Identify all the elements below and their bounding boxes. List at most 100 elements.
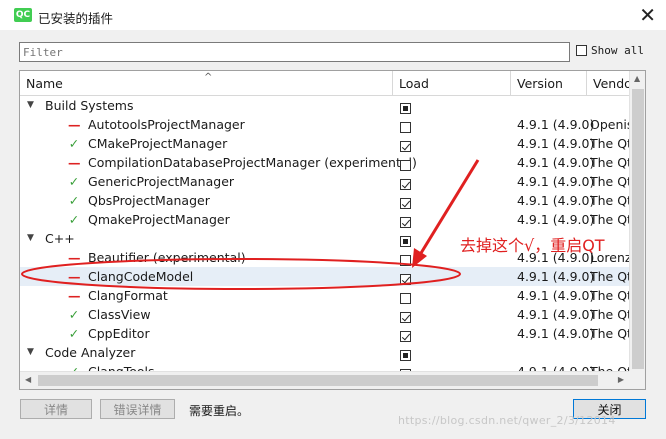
plugin-name: ClangCodeModel — [88, 269, 194, 284]
plugin-name: Beautifier (experimental) — [88, 250, 246, 265]
plugin-vendor: The Qt — [590, 136, 630, 151]
plugin-ok-icon: ✓ — [68, 307, 80, 322]
load-checkbox[interactable] — [400, 293, 411, 304]
plugin-vendor: Openis — [590, 117, 630, 132]
load-checkbox[interactable] — [400, 274, 411, 285]
plugin-name: GenericProjectManager — [88, 174, 235, 189]
plugin-ok-icon: ✓ — [68, 326, 80, 341]
load-checkbox[interactable] — [400, 122, 411, 133]
column-header-vendor[interactable]: Vendo — [587, 71, 630, 95]
plugin-error-icon: — — [68, 117, 81, 132]
plugin-vendor: The Qt — [590, 288, 630, 303]
plugin-vendor: The Qt — [590, 155, 630, 170]
category-label: C++ — [45, 231, 75, 246]
qt-logo-icon: QC — [14, 8, 32, 22]
expand-arrow-icon[interactable]: ▼ — [27, 96, 34, 115]
tree-header: Name ^ Load Version Vendo — [20, 71, 630, 96]
load-checkbox[interactable] — [400, 198, 411, 209]
title-bar: QC 已安装的插件 ✕ — [0, 0, 666, 30]
expand-arrow-icon[interactable]: ▼ — [27, 229, 34, 248]
show-all-toggle[interactable]: Show all — [576, 44, 644, 57]
watermark: https://blog.csdn.net/qwer_2/3/12014 — [398, 414, 616, 427]
scroll-right-icon[interactable]: ▶ — [618, 375, 624, 384]
plugin-name: QmakeProjectManager — [88, 212, 230, 227]
category-row[interactable]: ▼ Build Systems — [20, 96, 630, 115]
plugin-version: 4.9.1 (4.9.0) — [517, 212, 595, 227]
plugin-vendor: The Qt — [590, 326, 630, 341]
plugin-vendor: The Qt — [590, 307, 630, 322]
load-checkbox[interactable] — [400, 350, 411, 361]
category-row[interactable]: ▼ Code Analyzer — [20, 343, 630, 362]
sort-ascending-icon: ^ — [204, 72, 213, 83]
load-checkbox[interactable] — [400, 103, 411, 114]
plugin-row[interactable]: — CompilationDatabaseProjectManager (expe… — [20, 153, 630, 172]
plugin-row[interactable]: ✓ CMakeProjectManager 4.9.1 (4.9.0) The Qt — [20, 134, 630, 153]
scroll-up-icon[interactable]: ▲ — [634, 74, 640, 83]
plugin-version: 4.9.1 (4.9.0) — [517, 155, 595, 170]
plugin-version: 4.9.1 (4.9.0) — [517, 193, 595, 208]
plugin-version: 4.9.1 (4.9.0) — [517, 174, 595, 189]
horizontal-scrollbar[interactable]: ◀ ▶ — [20, 371, 629, 389]
category-label: Build Systems — [45, 98, 134, 113]
window-title: 已安装的插件 — [38, 11, 114, 26]
load-checkbox[interactable] — [400, 312, 411, 323]
plugin-row[interactable]: — ClangFormat 4.9.1 (4.9.0) The Qt — [20, 286, 630, 305]
plugin-row[interactable]: — AutotoolsProjectManager 4.9.1 (4.9.0) Ope… — [20, 115, 630, 134]
category-label: Code Analyzer — [45, 345, 136, 360]
plugin-error-icon: — — [68, 155, 81, 170]
filter-input[interactable] — [20, 43, 543, 61]
window-close-button[interactable]: ✕ — [639, 3, 656, 27]
column-header-version[interactable]: Version — [511, 71, 587, 95]
expand-arrow-icon[interactable]: ▼ — [27, 343, 34, 362]
filter-field[interactable] — [19, 42, 570, 62]
plugin-vendor: The Qt — [590, 193, 630, 208]
plugin-vendor: The Qt — [590, 212, 630, 227]
plugin-ok-icon: ✓ — [68, 193, 80, 208]
load-checkbox[interactable] — [400, 255, 411, 266]
plugin-name: ClassView — [88, 307, 151, 322]
plugin-row[interactable]: — ClangCodeModel 4.9.1 (4.9.0) The Qt — [20, 267, 630, 286]
load-checkbox[interactable] — [400, 217, 411, 228]
vertical-scrollbar[interactable]: ▲ — [629, 71, 645, 389]
plugin-name: CompilationDatabaseProjectManager (exper… — [88, 155, 417, 170]
horizontal-scroll-thumb[interactable] — [38, 375, 598, 386]
plugin-version: 4.9.1 (4.9.0) — [517, 269, 595, 284]
vertical-scroll-thumb[interactable] — [632, 89, 644, 369]
show-all-label: Show all — [591, 44, 644, 57]
plugin-name: ClangFormat — [88, 288, 168, 303]
plugin-row[interactable]: ✓ QbsProjectManager 4.9.1 (4.9.0) The Qt — [20, 191, 630, 210]
column-header-load[interactable]: Load — [393, 71, 511, 95]
scrollbar-corner — [629, 371, 645, 389]
load-checkbox[interactable] — [400, 236, 411, 247]
plugin-ok-icon: ✓ — [68, 212, 80, 227]
plugin-error-icon: — — [68, 288, 81, 303]
plugin-vendor: The Qt — [590, 269, 630, 284]
plugin-name: CppEditor — [88, 326, 150, 341]
plugin-name: CMakeProjectManager — [88, 136, 228, 151]
plugin-row[interactable]: ✓ QmakeProjectManager 4.9.1 (4.9.0) The Qt — [20, 210, 630, 229]
plugin-ok-icon: ✓ — [68, 174, 80, 189]
plugin-vendor: The Qt — [590, 174, 630, 189]
plugin-row[interactable]: ✓ CppEditor 4.9.1 (4.9.0) The Qt — [20, 324, 630, 343]
plugin-error-icon: — — [68, 250, 81, 265]
load-checkbox[interactable] — [400, 331, 411, 342]
details-button[interactable]: 详情 — [20, 399, 92, 419]
plugin-name: AutotoolsProjectManager — [88, 117, 245, 132]
plugin-version: 4.9.1 (4.9.0) — [517, 326, 595, 341]
plugin-version: 4.9.1 (4.9.0) — [517, 136, 595, 151]
column-header-name[interactable]: Name ^ — [20, 71, 393, 95]
load-checkbox[interactable] — [400, 160, 411, 171]
restart-required-message: 需要重启。 — [189, 404, 250, 418]
load-checkbox[interactable] — [400, 179, 411, 190]
plugin-row[interactable]: ✓ GenericProjectManager 4.9.1 (4.9.0) The Q… — [20, 172, 630, 191]
load-checkbox[interactable] — [400, 141, 411, 152]
scroll-left-icon[interactable]: ◀ — [25, 375, 31, 384]
plugin-version: 4.9.1 (4.9.0) — [517, 288, 595, 303]
plugin-name: QbsProjectManager — [88, 193, 210, 208]
show-all-checkbox[interactable] — [576, 45, 587, 56]
plugin-tree[interactable]: Name ^ Load Version Vendo ▼ Build Systems… — [19, 70, 646, 390]
plugin-version: 4.9.1 (4.9.0) — [517, 307, 595, 322]
error-details-button[interactable]: 错误详情 — [100, 399, 175, 419]
plugin-error-icon: — — [68, 269, 81, 284]
plugin-row[interactable]: ✓ ClassView 4.9.1 (4.9.0) The Qt — [20, 305, 630, 324]
